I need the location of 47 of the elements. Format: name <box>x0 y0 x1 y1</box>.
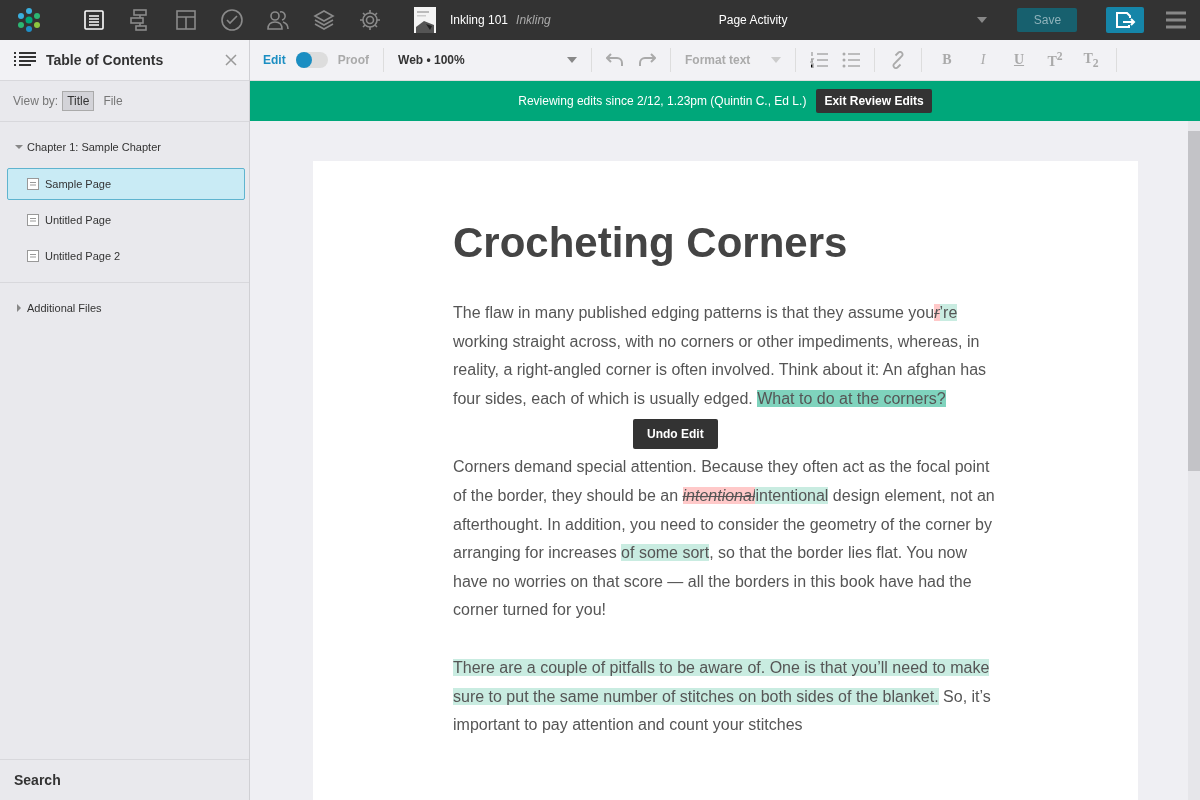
undo-icon[interactable] <box>606 53 624 67</box>
export-button[interactable] <box>1106 7 1145 33</box>
check-icon[interactable] <box>220 8 244 32</box>
layers-icon[interactable] <box>312 8 336 32</box>
page-activity-dropdown[interactable]: Page Activity <box>718 13 788 27</box>
exit-review-button[interactable]: Exit Review Edits <box>816 89 932 113</box>
paragraph: The flaw in many published edging patterns is that they assume your’re working straight across, with no corners or other impediments, whereas, in reality, a right-angled corner is often involved. Think about it: An afghan has four sides, each of which is usually edged. What to do at the corners? <box>453 303 988 409</box>
scrollbar[interactable] <box>1188 121 1200 800</box>
document-icon[interactable] <box>82 8 106 32</box>
document-title: Crocheting Corners <box>453 219 849 267</box>
export-icon <box>1113 10 1138 30</box>
sidebar-title: Table of Contents <box>46 52 165 68</box>
link-icon[interactable] <box>889 51 907 69</box>
menu-icon[interactable] <box>1166 11 1187 29</box>
page-item[interactable]: Sample Page <box>7 168 245 200</box>
people-icon[interactable] <box>266 8 290 32</box>
caret-icon[interactable] <box>977 17 988 23</box>
view-by-label: View by: <box>13 94 59 108</box>
page-item[interactable]: Untitled Page 2 <box>7 240 245 272</box>
numbered-list-icon[interactable] <box>810 52 828 68</box>
tree-item[interactable]: Additional Files <box>27 302 102 314</box>
mode-toggle[interactable] <box>295 52 328 68</box>
redo-icon[interactable] <box>638 53 656 67</box>
logo-icon[interactable] <box>16 7 42 33</box>
paragraph: There are a couple of pitfalls to be aware of. One is that you’ll need to make sure to put the same number of stitches on both sides of the blanket. So, it’s important to pay attention and count your stitches <box>453 657 992 736</box>
caret-icon[interactable] <box>567 57 577 63</box>
undo-edit-tooltip[interactable]: Undo Edit <box>633 419 718 450</box>
layout-icon[interactable] <box>174 8 198 32</box>
page-icon <box>27 214 39 226</box>
page-icon <box>27 178 39 190</box>
view-by-option[interactable]: Title <box>62 91 95 111</box>
view-by-option[interactable]: File <box>98 91 128 111</box>
list-icon <box>14 52 36 68</box>
collapse-icon[interactable] <box>15 143 23 151</box>
expand-icon[interactable] <box>15 304 23 312</box>
page-item[interactable]: Untitled Page <box>7 204 245 236</box>
view-dropdown[interactable]: Web • 100% <box>398 53 553 67</box>
paragraph: Corners demand special attention. Because they often act as the focal point of the border, they should be an intentionalintentional design element, not an afterthought. In addition, you need to consider the geometry of the corner by arranging for increases of some sort, so that the border lies flat. You now have no worries on that score — all the borders in this book have had the corner turned for you! <box>453 457 996 621</box>
project-owner: Inkling <box>516 13 551 27</box>
settings-icon[interactable] <box>358 8 382 32</box>
bullet-list-icon[interactable] <box>842 52 860 68</box>
search-button[interactable]: Search <box>0 759 249 800</box>
review-message: Reviewing edits since 2/12, 1.23pm (Quintin C., Ed L.) <box>518 94 807 108</box>
project-title: Inkling 101 <box>450 13 509 27</box>
tree-item[interactable]: Chapter 1: Sample Chapter <box>27 141 161 153</box>
close-icon[interactable] <box>225 54 237 66</box>
page-icon <box>27 250 39 262</box>
